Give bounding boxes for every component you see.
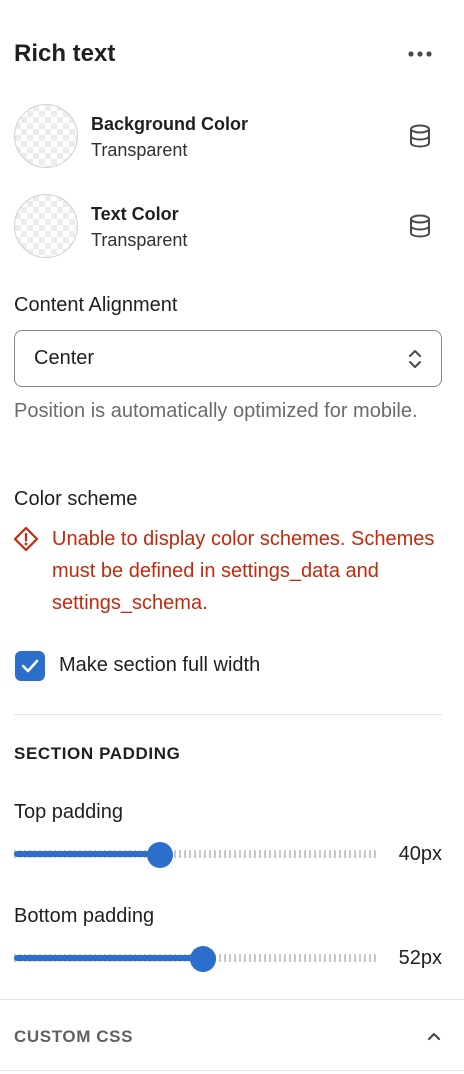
- slider-thumb[interactable]: [190, 946, 217, 972]
- background-color-value: Transparent: [91, 140, 188, 160]
- slider-fill: [14, 955, 204, 961]
- custom-css-heading[interactable]: CUSTOM CSS: [14, 1027, 133, 1047]
- bottom-padding-value: 52px: [398, 947, 442, 969]
- full-width-checkbox[interactable]: [15, 651, 45, 681]
- background-color-swatch[interactable]: [14, 104, 78, 168]
- slider-thumb[interactable]: [146, 842, 173, 868]
- rich-text-settings-panel: Rich text Background Color Transparent T…: [0, 0, 464, 1074]
- chevron-up-down-icon: [409, 350, 421, 368]
- text-color-value: Transparent: [91, 230, 188, 250]
- background-color-setting: Background Color Transparent: [14, 104, 444, 168]
- more-horizontal-icon: [408, 51, 432, 57]
- full-width-label[interactable]: Make section full width: [59, 654, 260, 677]
- slider-fill: [14, 851, 160, 857]
- content-alignment-selected: Center: [34, 347, 95, 369]
- section-padding-heading: SECTION PADDING: [14, 744, 181, 763]
- divider: [0, 999, 464, 1000]
- content-alignment-select[interactable]: Center: [14, 330, 442, 387]
- database-icon: [410, 214, 430, 238]
- background-color-source-button[interactable]: [406, 122, 434, 150]
- divider: [14, 714, 442, 715]
- bottom-padding-slider[interactable]: [14, 945, 378, 972]
- top-padding-value: 40px: [398, 843, 442, 865]
- section-title: Rich text: [14, 40, 116, 67]
- database-icon: [410, 124, 430, 148]
- color-scheme-error: Unable to display color schemes. Schemes…: [52, 528, 435, 614]
- text-color-setting: Text Color Transparent: [14, 194, 444, 258]
- more-actions-button[interactable]: [400, 38, 440, 70]
- alert-diamond-icon: [13, 526, 39, 552]
- top-padding-slider[interactable]: [14, 841, 378, 868]
- content-alignment-label: Content Alignment: [14, 294, 178, 316]
- bottom-padding-label: Bottom padding: [14, 905, 155, 927]
- divider: [0, 1070, 464, 1071]
- background-color-label: Background Color: [91, 114, 249, 134]
- custom-css-collapse-button[interactable]: [420, 1022, 448, 1050]
- content-alignment-help: Position is automatically optimized for …: [14, 400, 418, 422]
- chevron-up-icon: [427, 1032, 441, 1041]
- text-color-label: Text Color: [91, 204, 179, 224]
- text-color-source-button[interactable]: [406, 212, 434, 240]
- text-color-swatch[interactable]: [14, 194, 78, 258]
- checkmark-icon: [21, 659, 39, 673]
- top-padding-label: Top padding: [14, 801, 123, 823]
- color-scheme-label: Color scheme: [14, 488, 138, 510]
